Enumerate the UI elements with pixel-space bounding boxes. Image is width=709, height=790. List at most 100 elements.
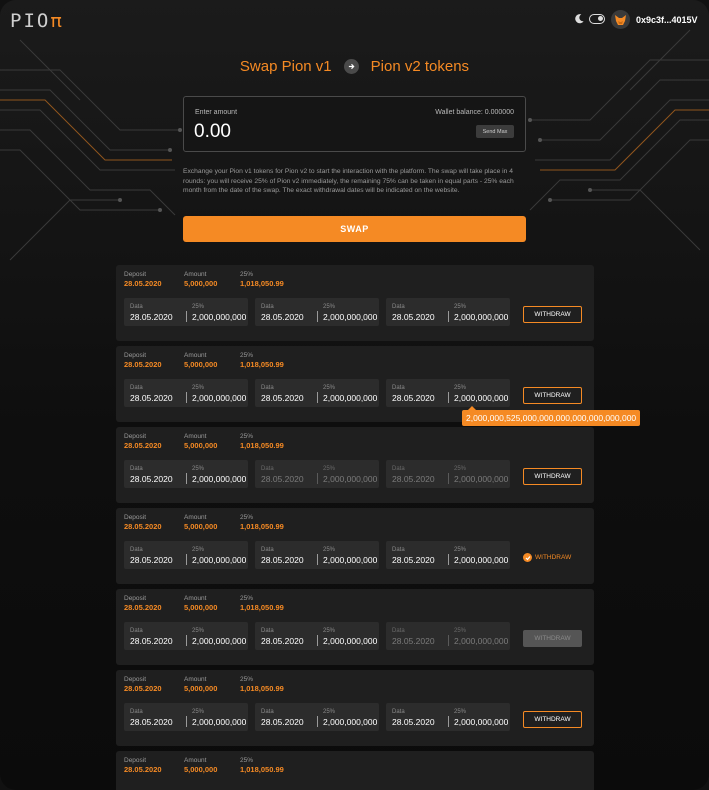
deposit-date: 28.05.2020 <box>124 765 162 774</box>
deposit-amount: 5,000,000 <box>184 603 218 612</box>
deposit-card: Deposit 28.05.2020 Amount 5,000,000 25% … <box>116 670 594 746</box>
deposit-date-label: Deposit <box>124 757 147 764</box>
swap-description: Exchange your Pion v1 tokens for Pion v2… <box>183 168 514 194</box>
deposit-date-group: Deposit 28.05.2020 <box>124 271 162 288</box>
payout-date-label: Data <box>130 709 143 715</box>
payout-value[interactable]: 2,000,000,000 <box>454 312 508 322</box>
payout-value[interactable]: 2,000,000,000 <box>192 636 246 646</box>
amount-field[interactable]: Enter amount 0.00 Wallet balance: 0.0000… <box>183 96 526 152</box>
payout-value[interactable]: 2,000,000,000 <box>192 393 246 403</box>
deposit-percent-value-label: 25% <box>240 433 254 440</box>
payout-value[interactable]: 2,000,000,000 <box>192 555 246 565</box>
app-logo[interactable]: PIOπ <box>10 10 64 32</box>
divider <box>317 311 318 322</box>
divider <box>186 554 187 565</box>
payout-value[interactable]: 2,000,000,000 <box>323 636 377 646</box>
payout-value[interactable]: 2,000,000,000 <box>454 393 508 403</box>
payout-value[interactable]: 2,000,000,000 <box>323 474 377 484</box>
payout-value[interactable]: 2,000,000,000 <box>323 312 377 322</box>
wallet-button[interactable]: 0x9c3f...4015V <box>611 10 698 29</box>
payout-percent-label: 25% <box>454 547 467 553</box>
payout-value[interactable]: 2,000,000,000 <box>192 717 246 727</box>
deposit-percent-value: 1,018,050.99 <box>240 765 284 774</box>
payout-segment: Data 28.05.2020 25% 2,000,000,000 <box>386 379 510 407</box>
payout-date: 28.05.2020 <box>261 636 304 646</box>
theme-switch[interactable] <box>589 13 605 24</box>
payout-value[interactable]: 2,000,000,000 <box>192 474 246 484</box>
payout-segment: Data 28.05.2020 25% 2,000,000,000 <box>124 541 248 569</box>
amount-input[interactable]: 0.00 <box>194 121 231 143</box>
send-max-button[interactable]: Send Max <box>476 125 514 138</box>
deposit-percent-value: 1,018,050.99 <box>240 684 284 693</box>
payout-segment: Data 28.05.2020 25% 2,000,000,000 <box>386 298 510 326</box>
divider <box>186 473 187 484</box>
payout-segment: Data 28.05.2020 25% 2,000,000,000 <box>386 541 510 569</box>
withdraw-button[interactable]: WITHDRAW <box>523 711 582 728</box>
deposit-date: 28.05.2020 <box>124 522 162 531</box>
metamask-fox-icon <box>611 10 630 29</box>
payout-date: 28.05.2020 <box>130 474 173 484</box>
swap-button[interactable]: SWAP <box>183 216 526 242</box>
payout-percent-label: 25% <box>323 466 336 472</box>
deposit-date: 28.05.2020 <box>124 603 162 612</box>
deposit-amount-label: Amount <box>184 433 207 440</box>
payout-segment: Data 28.05.2020 25% 2,000,000,000 <box>255 703 379 731</box>
payout-percent-label: 25% <box>192 628 205 634</box>
divider <box>317 392 318 403</box>
payout-date-label: Data <box>392 466 405 472</box>
payout-segment: Data 28.05.2020 25% 2,000,000,000 <box>124 703 248 731</box>
deposit-amount-label: Amount <box>184 595 207 602</box>
payout-value[interactable]: 2,000,000,000 <box>454 636 508 646</box>
payout-value[interactable]: 2,000,000,000 <box>192 312 246 322</box>
divider <box>186 311 187 322</box>
deposit-amount-label: Amount <box>184 352 207 359</box>
deposit-amount-label: Amount <box>184 514 207 521</box>
payout-date: 28.05.2020 <box>261 312 304 322</box>
top-bar: PIOπ 0x9c3f...4015V <box>0 0 709 42</box>
divider <box>186 392 187 403</box>
payout-value[interactable]: 2,000,000,000 <box>454 717 508 727</box>
payout-percent-label: 25% <box>323 628 336 634</box>
deposit-date-label: Deposit <box>124 676 147 683</box>
payout-date: 28.05.2020 <box>392 393 435 403</box>
deposit-date: 28.05.2020 <box>124 279 162 288</box>
payout-date-label: Data <box>392 304 405 310</box>
payout-segment: Data 28.05.2020 25% 2,000,000,000 <box>386 703 510 731</box>
payout-value[interactable]: 2,000,000,000 <box>454 555 508 565</box>
value-tooltip: 2,000,000,525,000,000,000,000,000,000,00… <box>462 406 641 426</box>
payout-segment: Data 28.05.2020 25% 2,000,000,000 <box>386 460 510 488</box>
payout-date-label: Data <box>392 385 405 391</box>
deposit-percent-value-group: 25% 1,018,050.99 <box>240 676 284 693</box>
payout-date: 28.05.2020 <box>392 312 435 322</box>
wallet-balance: Wallet balance: 0.000000 <box>435 109 514 116</box>
payout-value[interactable]: 2,000,000,000 <box>323 393 377 403</box>
deposit-percent-value-group: 25% 1,018,050.99 <box>240 352 284 369</box>
withdraw-done: WITHDRAW <box>523 549 582 566</box>
payout-percent-label: 25% <box>454 628 467 634</box>
payout-date: 28.05.2020 <box>130 555 173 565</box>
deposit-percent-value-group: 25% 1,018,050.99 <box>240 757 284 774</box>
deposit-amount-label: Amount <box>184 271 207 278</box>
deposit-amount: 5,000,000 <box>184 360 218 369</box>
payout-value[interactable]: 2,000,000,000 <box>454 474 508 484</box>
theme-toggle[interactable] <box>574 13 605 24</box>
payout-date: 28.05.2020 <box>392 555 435 565</box>
payout-percent-label: 25% <box>192 709 205 715</box>
deposit-amount-group: Amount 5,000,000 <box>184 271 217 288</box>
withdraw-button[interactable]: WITHDRAW <box>523 306 582 323</box>
deposit-date: 28.05.2020 <box>124 441 162 450</box>
divider <box>317 716 318 727</box>
withdraw-button[interactable]: WITHDRAW <box>523 468 582 485</box>
deposit-percent-value-group: 25% 1,018,050.99 <box>240 271 284 288</box>
payout-segment: Data 28.05.2020 25% 2,000,000,000 <box>255 379 379 407</box>
withdraw-button[interactable]: WITHDRAW <box>523 387 582 404</box>
payout-percent-label: 25% <box>192 304 205 310</box>
payout-date-label: Data <box>130 385 143 391</box>
payout-segment: Data 28.05.2020 25% 2,000,000,000 <box>124 379 248 407</box>
payout-date-label: Data <box>261 385 274 391</box>
payout-value[interactable]: 2,000,000,000 <box>323 717 377 727</box>
payout-date: 28.05.2020 <box>392 717 435 727</box>
deposit-percent-value-group: 25% 1,018,050.99 <box>240 514 284 531</box>
divider <box>317 554 318 565</box>
payout-value[interactable]: 2,000,000,000 <box>323 555 377 565</box>
